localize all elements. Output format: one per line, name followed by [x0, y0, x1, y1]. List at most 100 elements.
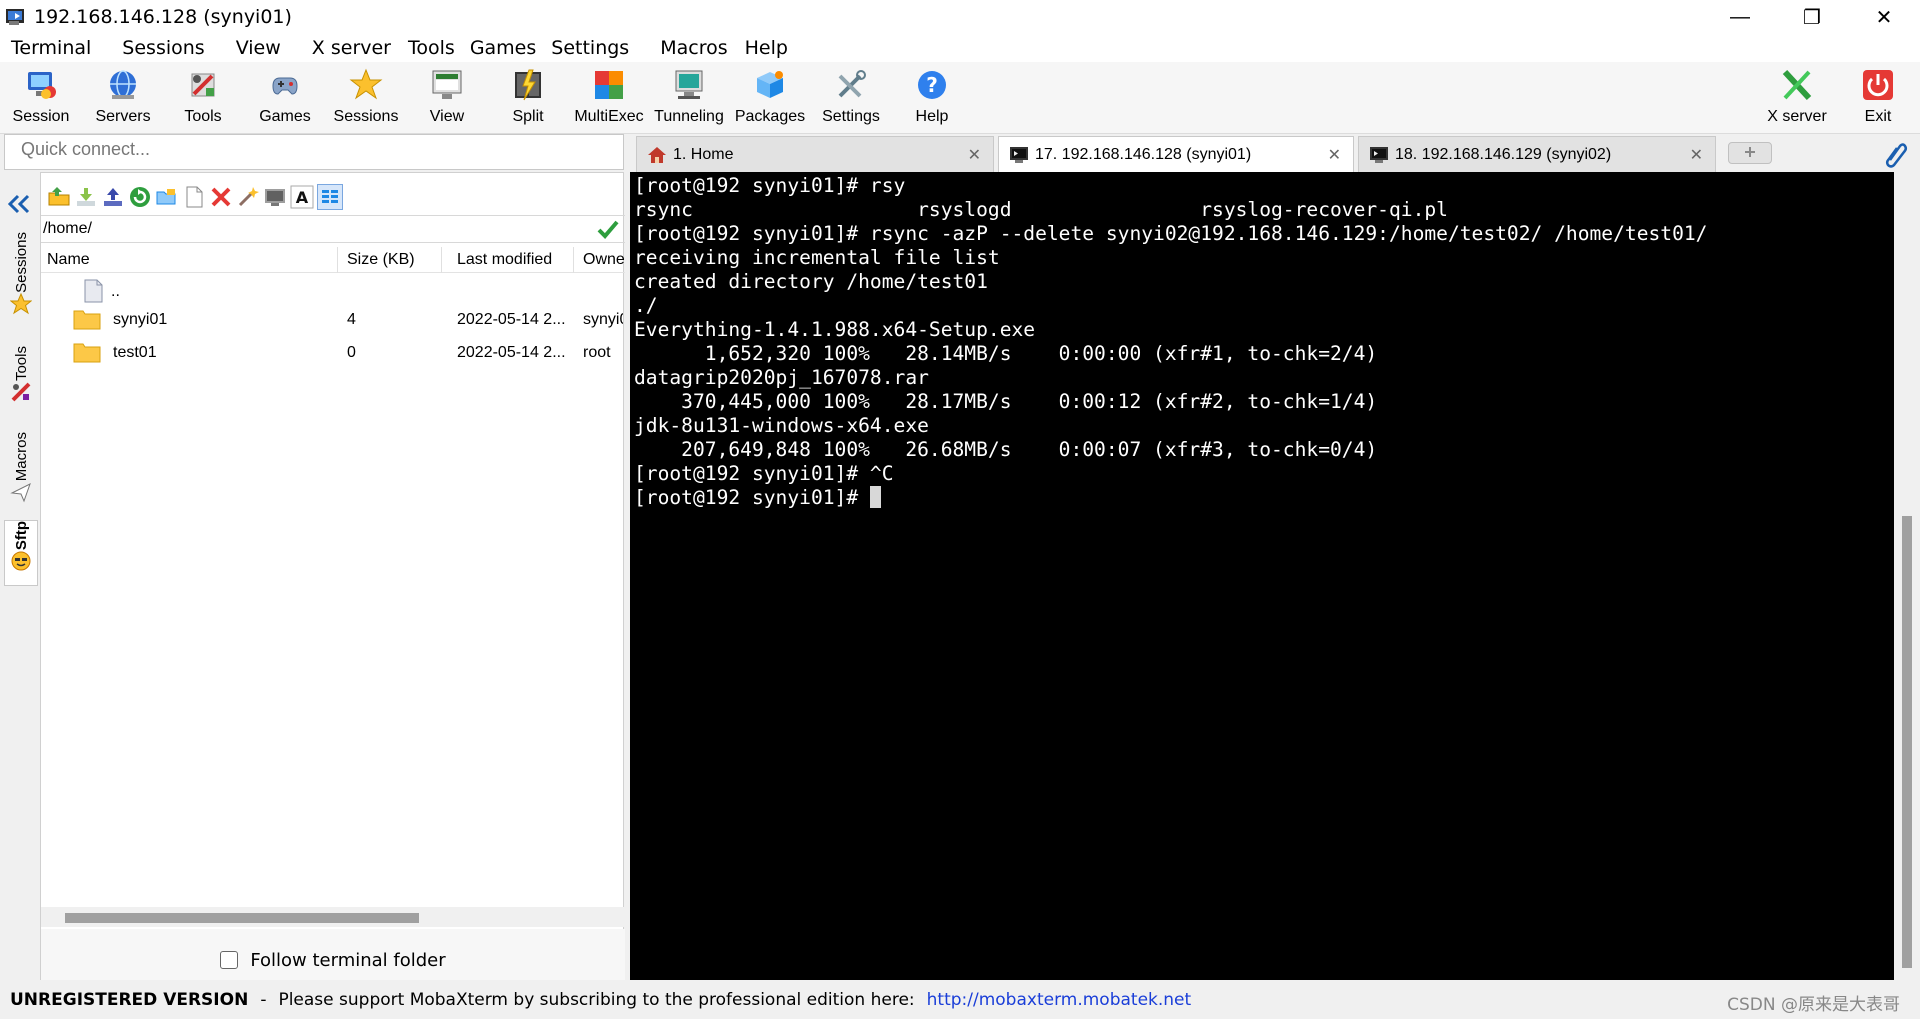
follow-terminal-folder-checkbox[interactable] — [220, 951, 239, 969]
settings-button[interactable]: Settings — [811, 66, 891, 130]
maximize-button[interactable]: ❐ — [1776, 0, 1848, 34]
x-server-button[interactable]: X server — [1757, 66, 1837, 130]
scrollbar-thumb[interactable] — [1902, 516, 1912, 968]
session-label: Session — [12, 108, 70, 125]
terminal-line: 207,649,848 100% 26.68MB/s 0:00:07 (xfr#… — [634, 438, 1378, 461]
side-tab-sftp[interactable]: Sftp — [4, 520, 38, 586]
tunneling-icon — [672, 68, 706, 102]
tab-home[interactable]: 1. Home ✕ — [636, 136, 994, 172]
side-tab-sessions[interactable]: Sessions — [4, 232, 38, 320]
sftp-path-input[interactable]: /home/ — [43, 220, 92, 237]
font-text-icon[interactable]: A — [290, 185, 314, 209]
delete-icon[interactable] — [209, 185, 233, 209]
packages-button[interactable]: Packages — [730, 66, 810, 130]
menu-sessions[interactable]: Sessions — [102, 34, 215, 62]
quick-connect-input[interactable]: Quick connect... — [4, 134, 624, 170]
terminal-line: ./ — [634, 294, 658, 317]
menu-settings[interactable]: Settings — [547, 34, 640, 62]
folder-up-icon[interactable] — [47, 185, 71, 209]
close-button[interactable]: ✕ — [1848, 0, 1920, 34]
tab-home-label: 1. Home — [673, 145, 734, 163]
side-tab-macros[interactable]: Macros — [4, 432, 38, 508]
file-size: 4 — [347, 311, 356, 328]
packages-icon — [753, 68, 787, 102]
terminal-output[interactable]: [root@192 synyi01]# rsy rsync rsyslogd r… — [630, 172, 1894, 980]
menu-x-server[interactable]: X server — [292, 34, 402, 62]
download-icon[interactable] — [74, 185, 98, 209]
column-header-owner[interactable]: Owner — [583, 251, 625, 269]
tools-button[interactable]: Tools — [163, 66, 243, 130]
tab-session-17-close[interactable]: ✕ — [1328, 145, 1341, 165]
sftp-file-header: Name Size (KB) Last modified Owner — [41, 247, 625, 273]
menu-help[interactable]: Help — [739, 34, 799, 62]
menu-games[interactable]: Games — [466, 34, 547, 62]
terminal-line: [root@192 synyi01]# ^C — [634, 462, 894, 485]
sessions-button[interactable]: Sessions — [326, 66, 406, 130]
side-tab-tools[interactable]: Tools — [4, 346, 38, 408]
attach-icon[interactable] — [1884, 140, 1908, 168]
menu-macros[interactable]: Macros — [640, 34, 738, 62]
menu-terminal[interactable]: Terminal — [0, 34, 102, 62]
status-separator: - — [260, 989, 267, 1010]
column-header-last-modified[interactable]: Last modified — [457, 251, 552, 269]
tab-session-17-label: 17. 192.168.146.128 (synyi01) — [1035, 145, 1252, 163]
x-server-label: X server — [1767, 108, 1827, 125]
folder-icon — [73, 340, 101, 364]
scrollbar-thumb[interactable] — [65, 913, 419, 923]
terminal-line: jdk-8u131-windows-x64.exe — [634, 414, 929, 437]
servers-button[interactable]: Servers — [83, 66, 163, 130]
menu-bar: Terminal Sessions View X server Tools Ga… — [0, 34, 1920, 62]
new-tab-button[interactable] — [1728, 142, 1772, 164]
split-button[interactable]: Split — [488, 66, 568, 130]
star-icon — [349, 68, 383, 102]
home-icon — [647, 146, 667, 164]
path-confirm-check-icon[interactable] — [597, 219, 619, 239]
file-row-synyi01[interactable]: synyi01 4 2022-05-14 2... synyi01 — [41, 303, 625, 335]
multiexec-icon — [592, 68, 626, 102]
terminal-monitor-icon[interactable] — [263, 185, 287, 209]
menu-view[interactable]: View — [216, 34, 292, 62]
mobaxterm-website-link[interactable]: http://mobaxterm.mobatek.net — [927, 990, 1192, 1010]
exit-button[interactable]: Exit — [1838, 66, 1918, 130]
tab-home-close[interactable]: ✕ — [968, 145, 981, 165]
tools-label: Tools — [184, 108, 222, 125]
view-monitor-icon — [430, 68, 464, 102]
help-button[interactable]: ? Help — [892, 66, 972, 130]
session-button[interactable]: Session — [1, 66, 81, 130]
tab-session-17[interactable]: 17. 192.168.146.128 (synyi01) ✕ — [998, 136, 1354, 172]
column-header-size[interactable]: Size (KB) — [347, 251, 415, 269]
svg-text:?: ? — [926, 73, 938, 97]
terminal-line: rsync rsyslogd rsyslog-recover-qi.pl — [634, 198, 1448, 221]
terminal-line: [root@192 synyi01]# rsync -azP --delete … — [634, 222, 1708, 245]
collapse-sidebar-icon[interactable] — [7, 194, 30, 220]
sftp-toolbar: A — [41, 179, 625, 213]
games-button[interactable]: Games — [245, 66, 325, 130]
column-divider — [573, 247, 574, 273]
upload-icon[interactable] — [101, 185, 125, 209]
sftp-path-bar[interactable]: /home/ — [41, 215, 625, 243]
detail-view-icon[interactable] — [317, 184, 343, 210]
tunneling-button[interactable]: Tunneling — [649, 66, 729, 130]
magic-wand-icon[interactable] — [236, 185, 260, 209]
menu-tools[interactable]: Tools — [402, 34, 466, 62]
file-name: test01 — [113, 344, 157, 361]
tab-session-18-close[interactable]: ✕ — [1690, 145, 1703, 165]
new-file-icon[interactable] — [182, 185, 206, 209]
view-button[interactable]: View — [407, 66, 487, 130]
help-label: Help — [915, 108, 949, 125]
file-owner: root — [583, 344, 611, 361]
multiexec-button[interactable]: MultiExec — [569, 66, 649, 130]
side-tab-tools-label: Tools — [12, 346, 30, 382]
terminal-line: receiving incremental file list — [634, 246, 1000, 269]
tab-session-18[interactable]: 18. 192.168.146.129 (synyi02) ✕ — [1358, 136, 1716, 172]
terminal-prompt-line: [root@192 synyi01]# — [634, 486, 1890, 510]
split-label: Split — [512, 108, 544, 125]
open-folder-icon[interactable] — [155, 185, 179, 209]
minimize-button[interactable]: — — [1704, 0, 1776, 34]
sftp-horizontal-scrollbar[interactable] — [41, 907, 625, 927]
terminal-line: 370,445,000 100% 28.17MB/s 0:00:12 (xfr#… — [634, 390, 1378, 413]
column-header-name[interactable]: Name — [47, 251, 90, 269]
file-row-test01[interactable]: test01 0 2022-05-14 2... root — [41, 336, 625, 368]
refresh-icon[interactable] — [128, 185, 152, 209]
terminal-vertical-scrollbar[interactable] — [1894, 172, 1920, 980]
